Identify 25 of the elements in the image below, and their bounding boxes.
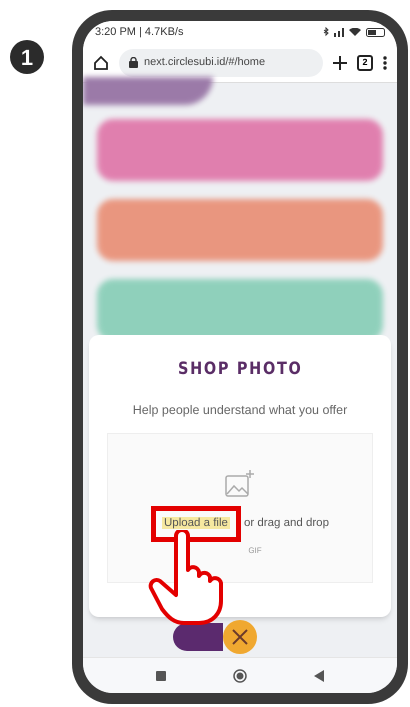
dialog-title: SHOP PHOTO [178, 358, 302, 381]
drag-drop-text: or drag and drop [244, 516, 329, 532]
bluetooth-icon [323, 26, 329, 38]
home-icon[interactable] [93, 54, 109, 70]
url-bar[interactable]: next.circlesubi.id/#/home [119, 48, 323, 76]
dialog-subtitle: Help people understand what you offer [132, 402, 348, 419]
recents-icon[interactable] [156, 670, 166, 680]
upload-file-link[interactable]: Upload a file [162, 517, 230, 530]
back-icon[interactable] [314, 670, 324, 682]
step-number-badge: 1 [10, 40, 44, 74]
wifi-icon [349, 28, 361, 36]
file-formats: GIF [248, 544, 262, 556]
upload-dropzone[interactable]: Upload a file or drag and drop GIF [107, 433, 373, 584]
battery-icon [366, 28, 385, 36]
tab-count[interactable]: 2 [357, 54, 373, 70]
dialog-button[interactable] [173, 623, 223, 651]
new-tab-icon[interactable] [333, 56, 347, 70]
status-time: 3:20 PM | 4.7KB/s [95, 24, 184, 40]
close-button[interactable] [223, 620, 257, 654]
menu-icon[interactable] [383, 56, 387, 70]
close-icon [231, 628, 249, 646]
signal-icon [334, 28, 344, 36]
lock-icon [129, 57, 138, 68]
home-nav-icon[interactable] [232, 668, 247, 682]
add-image-icon [225, 470, 255, 498]
